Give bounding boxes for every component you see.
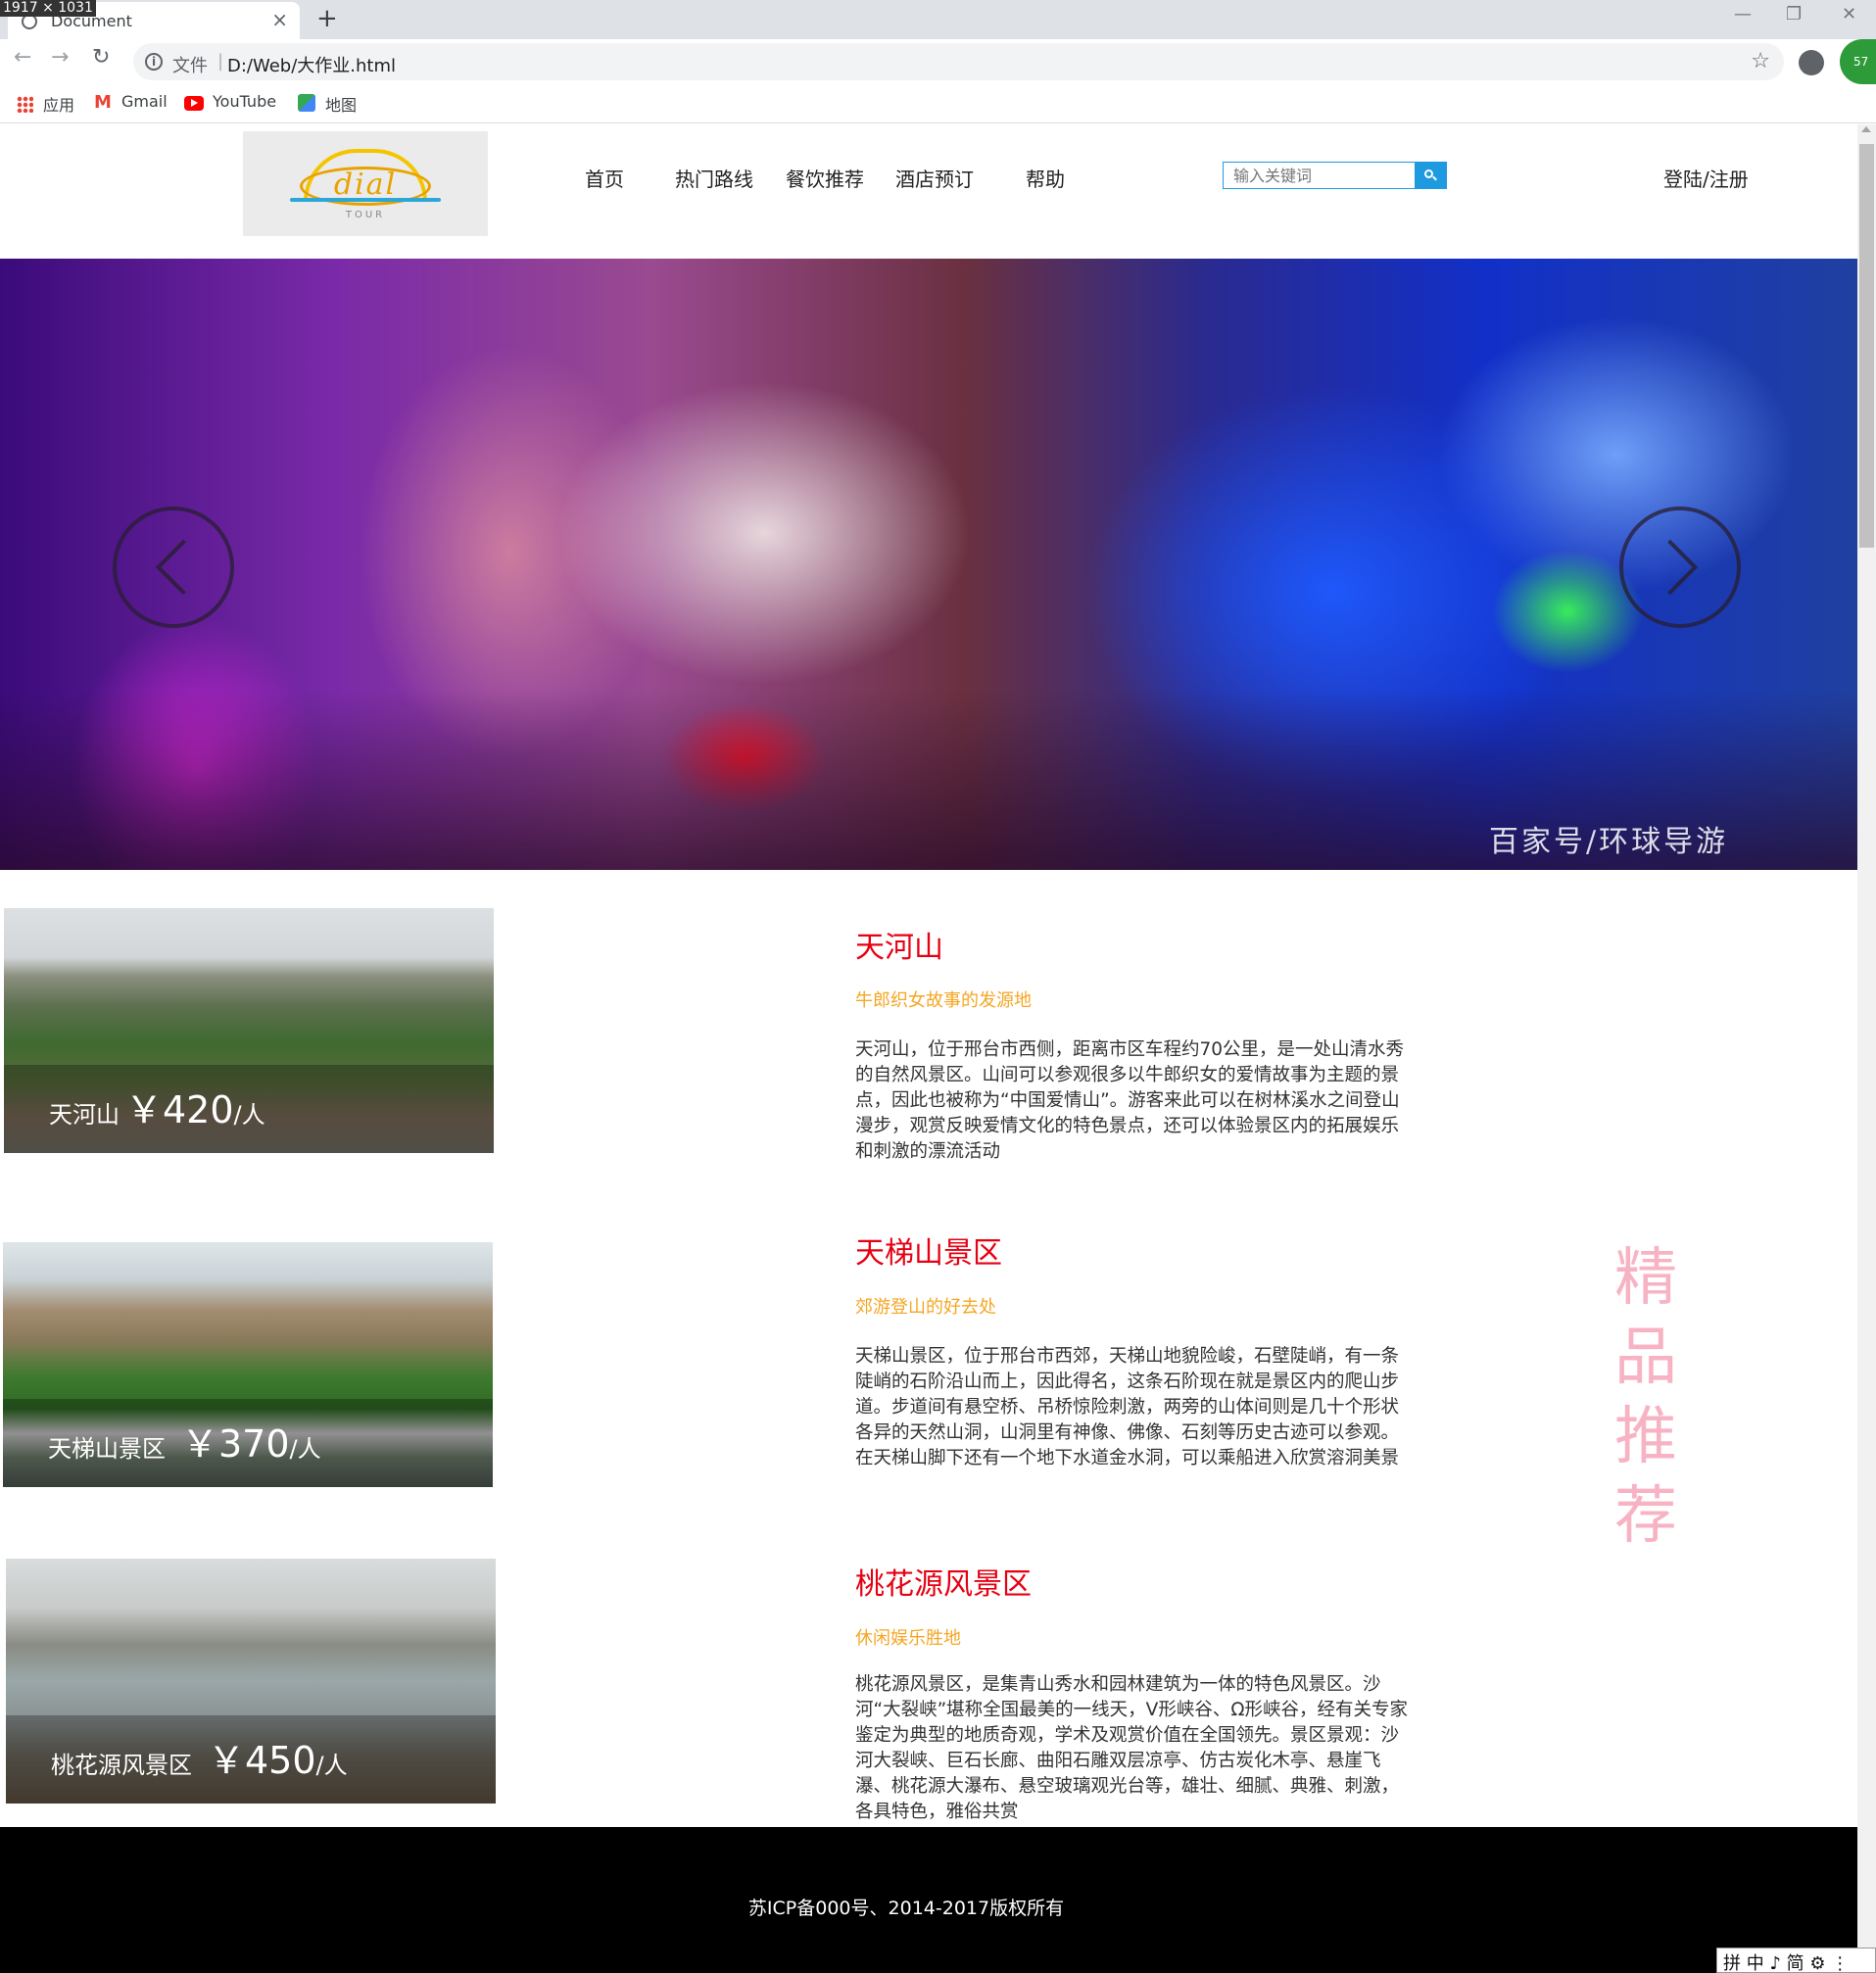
logo-wave-icon xyxy=(290,198,441,202)
item-description: 天河山，位于邢台市西侧，距离市区车程约70公里，是一处山清水秀的自然风景区。山间… xyxy=(855,1039,1405,1162)
featured-recommendations-title: 精品推荐 xyxy=(1614,1242,1677,1553)
address-bar[interactable]: i 文件 | D:/Web/大作业.html ☆ xyxy=(133,43,1784,80)
site-logo[interactable]: dial TOUR xyxy=(243,131,488,236)
url-scheme-label: 文件 xyxy=(172,56,208,76)
login-register-link[interactable]: 登陆/注册 xyxy=(1663,164,1749,192)
bookmark-youtube[interactable]: YouTube xyxy=(213,92,276,111)
dimensions-badge: 1917 × 1031 xyxy=(0,0,96,17)
item-image-tianheshan[interactable]: 天河山 ￥420/人 xyxy=(4,908,494,1153)
item-description: 桃花源风景区，是集青山秀水和园林建筑为一体的特色风景区。沙河“大裂峡”堪称全国最… xyxy=(855,1674,1408,1822)
item-image-caption: 天梯山景区 ￥370/人 xyxy=(48,1414,321,1468)
search-button[interactable] xyxy=(1415,163,1446,188)
caption-price: ￥450 xyxy=(208,1739,316,1782)
bookmarks-bar: 应用 M Gmail YouTube 地图 xyxy=(0,84,1876,123)
nav-help[interactable]: 帮助 xyxy=(1026,164,1065,192)
new-tab-button[interactable]: + xyxy=(316,4,338,33)
caption-unit: /人 xyxy=(289,1435,321,1463)
site-header: dial TOUR 首页 热门路线 餐饮推荐 酒店预订 帮助 登陆/注册 xyxy=(0,124,1857,259)
apps-grid-icon[interactable] xyxy=(17,96,33,113)
page-scrollbar[interactable] xyxy=(1857,124,1876,1973)
item-subtitle: 休闲娱乐胜地 xyxy=(855,1628,961,1649)
restore-button[interactable]: ❐ xyxy=(1786,4,1802,24)
caption-name: 桃花源风景区 xyxy=(51,1752,192,1779)
page-viewport: dial TOUR 首页 热门路线 餐饮推荐 酒店预订 帮助 登陆/注册 百家号… xyxy=(0,124,1857,1973)
item-image-caption: 天河山 ￥420/人 xyxy=(49,1080,265,1133)
hero-banner: 百家号/环球导游 xyxy=(0,259,1857,870)
info-icon[interactable]: i xyxy=(145,53,163,71)
account-icon[interactable] xyxy=(1799,50,1824,75)
maps-icon[interactable] xyxy=(298,94,315,112)
back-button[interactable]: ← xyxy=(14,45,31,70)
banner-watermark: 百家号/环球导游 xyxy=(1489,825,1729,859)
gmail-icon[interactable]: M xyxy=(94,92,112,113)
caption-unit: /人 xyxy=(233,1101,265,1129)
reload-button[interactable]: ↻ xyxy=(92,45,110,70)
carousel-next-arrow-icon[interactable] xyxy=(1619,506,1741,628)
forward-button[interactable]: → xyxy=(51,45,69,70)
nav-dining[interactable]: 餐饮推荐 xyxy=(786,164,864,192)
item-title[interactable]: 天梯山景区 xyxy=(855,1228,1002,1272)
search-input[interactable] xyxy=(1224,163,1416,188)
logo-subtext: TOUR xyxy=(345,210,386,220)
item-subtitle: 牛郎织女故事的发源地 xyxy=(855,990,1032,1011)
url-text[interactable]: D:/Web/大作业.html xyxy=(227,52,396,77)
item-image-caption: 桃花源风景区 ￥450/人 xyxy=(51,1730,348,1784)
site-footer: 苏ICP备000号、2014-2017版权所有 xyxy=(0,1827,1857,1973)
bookmark-maps[interactable]: 地图 xyxy=(325,92,357,116)
item-subtitle: 郊游登山的好去处 xyxy=(855,1297,996,1318)
youtube-icon[interactable] xyxy=(184,96,204,111)
url-separator: | xyxy=(217,51,224,72)
browser-tab-bar: Document × + — ❐ ✕ xyxy=(0,0,1876,39)
minimize-button[interactable]: — xyxy=(1734,4,1752,24)
caption-price: ￥420 xyxy=(125,1088,234,1131)
nav-hotel-booking[interactable]: 酒店预订 xyxy=(895,164,974,192)
item-description: 天梯山景区，位于邢台市西郊，天梯山地貌险峻，石壁陡峭，有一条陡峭的石阶沿山而上，… xyxy=(855,1346,1400,1468)
close-window-button[interactable]: ✕ xyxy=(1842,4,1856,24)
carousel-prev-arrow-icon[interactable] xyxy=(113,506,234,628)
ime-toolbar[interactable]: 拼 中 ♪ 简 ⚙ ⋮ xyxy=(1716,1948,1876,1973)
caption-price: ￥370 xyxy=(181,1422,290,1466)
caption-name: 天河山 xyxy=(49,1101,120,1129)
tab-close-icon[interactable]: × xyxy=(271,8,288,31)
search-box xyxy=(1223,162,1447,189)
footer-copyright: 苏ICP备000号、2014-2017版权所有 xyxy=(747,1898,1065,1919)
item-image-taohuayuan[interactable]: 桃花源风景区 ￥450/人 xyxy=(6,1559,496,1804)
caption-unit: /人 xyxy=(315,1752,348,1779)
item-title[interactable]: 天河山 xyxy=(855,923,943,966)
item-image-tiantishan[interactable]: 天梯山景区 ￥370/人 xyxy=(3,1242,493,1487)
browser-toolbar: ← → ↻ i 文件 | D:/Web/大作业.html ☆ xyxy=(0,39,1876,84)
caption-name: 天梯山景区 xyxy=(48,1435,166,1463)
scrollbar-thumb[interactable] xyxy=(1859,144,1874,548)
bookmark-star-icon[interactable]: ☆ xyxy=(1751,49,1770,73)
bookmark-apps[interactable]: 应用 xyxy=(43,92,74,116)
bookmark-gmail[interactable]: Gmail xyxy=(121,92,168,111)
scroll-up-icon[interactable] xyxy=(1861,126,1871,132)
item-title[interactable]: 桃花源风景区 xyxy=(855,1560,1032,1603)
nav-hot-routes[interactable]: 热门路线 xyxy=(675,164,753,192)
nav-home[interactable]: 首页 xyxy=(585,164,624,192)
